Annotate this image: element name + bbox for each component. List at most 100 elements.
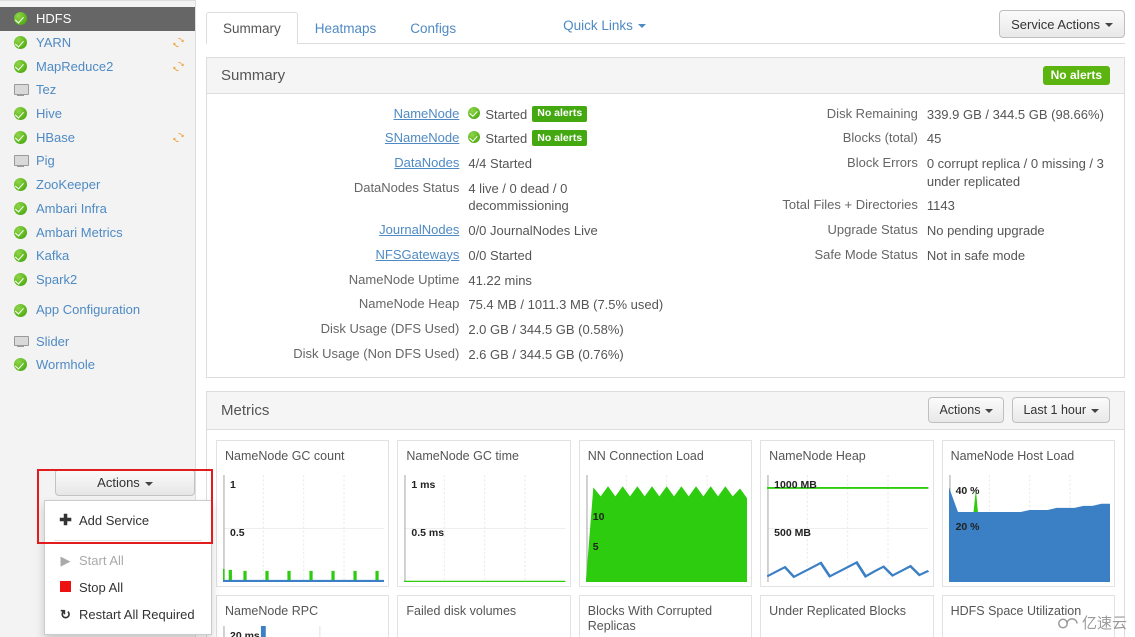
chart-failed-disk-volumes[interactable]: Failed disk volumes [397,594,571,637]
summary-value: 0 corrupt replica / 0 missing / 3 under … [927,155,1124,190]
sidebar-item-slider[interactable]: Slider [0,329,195,353]
sidebar-item-label: Ambari Metrics [36,224,123,240]
sidebar-item-mapreduce2[interactable]: MapReduce2 [0,54,195,78]
summary-row: DataNodes 4/4 Started [207,151,666,176]
chart-plot-area [585,474,748,582]
sidebar-item-hive[interactable]: Hive [0,102,195,126]
sidebar-item-label: MapReduce2 [36,58,114,74]
summary-value: 2.0 GB / 344.5 GB (0.58%) [468,321,665,339]
sidebar-item-spark2[interactable]: Spark2 [0,268,195,292]
summary-row: SNameNode Started No alerts [207,127,666,152]
metrics-actions-button[interactable]: Actions [928,397,1005,424]
sidebar-item-hbase[interactable]: HBase [0,125,195,149]
chart-namenode-host-load[interactable]: NameNode Host Load 40 % 20 % [941,439,1115,587]
summary-key: Disk Usage (Non DFS Used) [293,345,460,361]
client-only-icon [14,83,29,97]
watermark-logo-icon [1058,617,1078,628]
summary-key-link: NFSGateways [207,247,468,262]
summary-value-text: Started [485,106,528,122]
tab-heatmaps[interactable]: Heatmaps [298,12,394,44]
summary-value: 339.9 GB / 344.5 GB (98.66%) [927,106,1124,124]
sidebar-item-wormhole[interactable]: Wormhole [0,353,195,377]
sidebar-item-ambari-infra[interactable]: Ambari Infra [0,197,195,221]
chart-cell: NameNode RPC 20 ms [212,591,393,637]
watermark: 亿速云 [1057,612,1127,633]
sidebar-item-app-configuration[interactable]: App Configuration [0,291,195,329]
sidebar-item-kafka[interactable]: Kafka [0,244,195,268]
summary-value: 2.6 GB / 344.5 GB (0.76%) [468,346,665,364]
tab-bar: Summary Heatmaps Configs Quick Links Ser… [206,0,1125,44]
status-ok-icon [14,59,27,73]
summary-key: Upgrade Status [827,222,918,238]
tab-summary[interactable]: Summary [206,11,298,44]
summary-row: NameNode Heap 75.4 MB / 1011.3 MB (7.5% u… [207,293,666,318]
chart-title: Under Replicated Blocks [769,603,907,618]
menu-item-label: Restart All Required [79,607,195,622]
service-actions-button[interactable]: Service Actions [999,10,1125,38]
stop-icon [59,581,72,594]
restart-required-icon[interactable] [172,36,185,49]
tab-heatmaps-label: Heatmaps [314,20,377,36]
summary-link[interactable]: SNameNode [385,130,459,145]
summary-row: NFSGateways 0/0 Started [207,243,666,268]
menu-item-label: Add Service [79,513,150,528]
sidebar-actions-group: Actions ✚ Add Service ▶ Start All Stop All ↻ R… [37,469,213,635]
chart-y-axis-label: 0.5 [230,526,245,539]
chart-namenode-gc-count[interactable]: NameNode GC count 1 0.5 [216,439,390,587]
sidebar-item-zookeeper[interactable]: ZooKeeper [0,173,195,197]
summary-row: Total Files + Directories 1143 [666,194,1125,219]
chart-under-replicated-blocks[interactable]: Under Replicated Blocks [760,594,934,637]
chart-cell: NameNode GC time 1 ms 0.5 ms [393,436,574,591]
menu-item-stop-all[interactable]: Stop All [45,574,211,601]
sidebar-item-tez[interactable]: Tez [0,78,195,102]
restart-required-icon[interactable] [172,131,185,144]
chevron-down-icon [985,409,994,414]
summary-value: 0/0 JournalNodes Live [468,222,665,240]
summary-key: Blocks (total) [842,130,918,146]
restart-required-icon[interactable] [172,60,185,73]
summary-link[interactable]: JournalNodes [379,222,459,237]
chart-plot-area [223,625,384,637]
chart-namenode-gc-time[interactable]: NameNode GC time 1 ms 0.5 ms [397,439,571,587]
chart-blocks-with-corrupted-replicas[interactable]: Blocks With Corrupted Replicas [578,594,753,637]
menu-item-start-all: ▶ Start All [45,547,211,574]
metrics-panel: Metrics Actions Last 1 hour NameNode GC … [206,390,1125,637]
sidebar-item-ambari-metrics[interactable]: Ambari Metrics [0,220,195,244]
chart-cell: NameNode Host Load 40 % 20 % [938,436,1119,591]
summary-row: NameNode Started No alerts [207,102,666,127]
sidebar-item-label: Tez [36,82,57,98]
sidebar-item-label: Ambari Infra [36,200,107,216]
chart-nn-connection-load[interactable]: NN Connection Load 10 5 [578,439,753,587]
sidebar-item-yarn[interactable]: YARN [0,31,195,55]
tab-summary-label: Summary [223,20,281,36]
status-ok-icon [14,12,27,26]
sidebar-actions-button[interactable]: Actions [55,469,195,496]
menu-divider [54,540,202,541]
summary-value-text: 0 corrupt replica / 0 missing / 3 under … [926,156,1104,189]
sidebar-item-hdfs[interactable]: HDFS [0,7,195,31]
summary-key: DataNodes Status [353,179,460,195]
summary-link[interactable]: DataNodes [394,155,459,170]
chart-title: NameNode GC time [406,448,519,463]
client-only-icon [14,154,29,168]
menu-item-add-service[interactable]: ✚ Add Service [45,507,211,534]
chart-title: NameNode RPC [225,603,319,618]
chart-namenode-rpc[interactable]: NameNode RPC 20 ms [216,594,390,637]
restart-icon: ↻ [60,607,71,622]
quick-links-dropdown[interactable]: Quick Links [563,18,646,43]
chart-title: NameNode GC count [225,448,345,463]
sidebar-item-pig[interactable]: Pig [0,149,195,173]
summary-value: Started No alerts [468,105,665,124]
summary-row: NameNode Uptime 41.22 mins [207,268,666,293]
summary-value-text: 41.22 mins [468,272,532,288]
summary-link[interactable]: NameNode [394,106,460,121]
summary-key: Disk Usage (DFS Used) [320,321,460,337]
summary-link[interactable]: NFSGateways [376,247,460,262]
menu-item-restart-all-required[interactable]: ↻ Restart All Required [45,601,211,628]
status-ok-icon [14,225,27,239]
chart-y-axis-label: 1000 MB [774,478,817,491]
chart-namenode-heap[interactable]: NameNode Heap 1000 MB 500 MB [760,439,934,587]
tab-configs[interactable]: Configs [393,12,473,44]
client-only-icon [14,335,29,348]
metrics-time-range-button[interactable]: Last 1 hour [1012,397,1110,424]
